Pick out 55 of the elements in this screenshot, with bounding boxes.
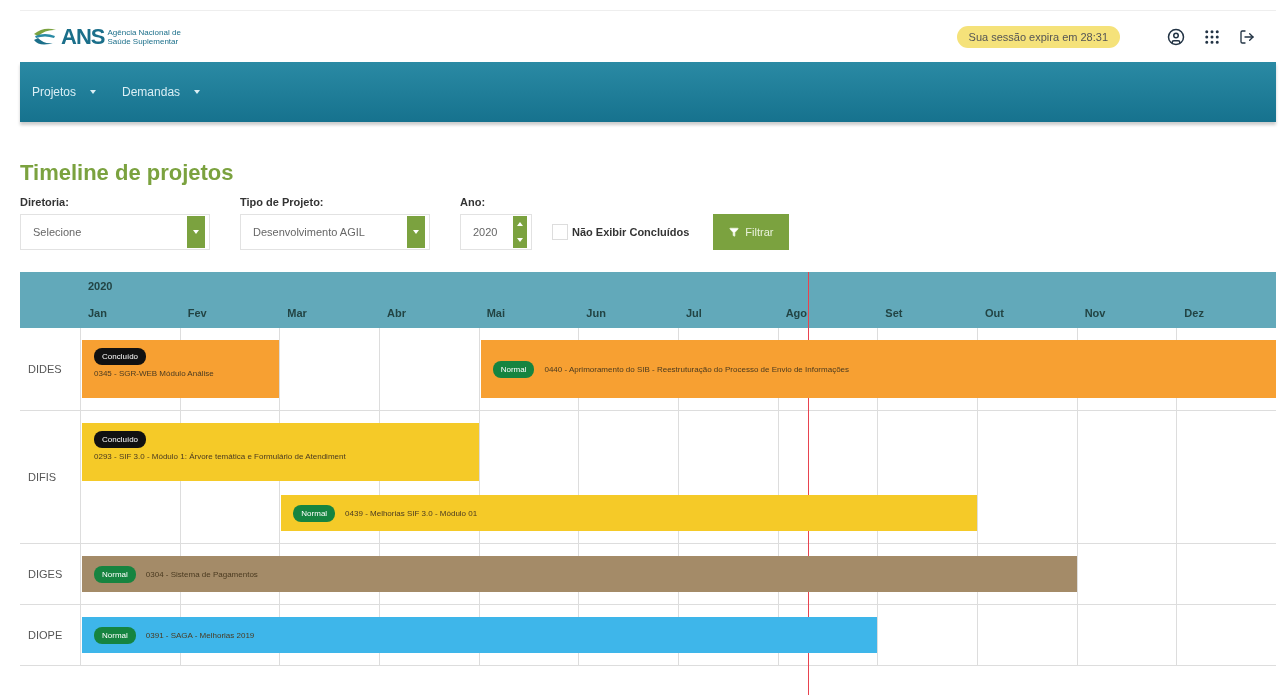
status-badge: Concluído [94, 431, 147, 448]
row-label: DIGES [27, 568, 64, 580]
project-bar[interactable]: Normal 0391 - SAGA - Melhorias 2019 [82, 617, 878, 653]
select-field[interactable]: Selecione [20, 214, 210, 250]
caret-icon [194, 90, 201, 94]
status-badge: Normal [94, 626, 136, 644]
month-label: Mai [485, 306, 506, 321]
logo-text: Saúde Suplementar [107, 36, 180, 46]
project-title: 0304 - Sistema de Pagamentos [145, 569, 258, 579]
month-label: Dez [1183, 306, 1205, 321]
month-label: Mar [286, 306, 308, 321]
project-bar[interactable]: Normal 0304 - Sistema de Pagamentos [82, 556, 1077, 592]
month-label: Set [884, 306, 904, 321]
project-bar[interactable]: Concluído 0293 - SIF 3.0 - Módulo 1: Árvore temática e Formulário de Atendiment [82, 423, 479, 481]
project-title: 0293 - SIF 3.0 - Módulo 1: Árvore temática e Formulário de Atendiment [94, 452, 346, 461]
filter-icon [729, 227, 740, 237]
nav-menu-item[interactable]: Demandas [120, 85, 215, 99]
row-label: DIDES [27, 363, 63, 375]
number-field[interactable]: 2020 [460, 214, 532, 250]
status-badge: Normal [293, 504, 336, 522]
caret-icon [90, 90, 97, 94]
month-label: Ago [784, 306, 809, 321]
project-bar[interactable]: Normal 0439 - Melhorias SIF 3.0 - Módulo 01 [281, 495, 977, 531]
status-badge: Normal [94, 565, 136, 583]
field-label: Tipo de Projeto: [240, 196, 325, 208]
nav-menu-item[interactable]: Projetos [30, 85, 111, 99]
month-label: Nov [1083, 306, 1107, 321]
row-label: DIFIS [27, 471, 58, 483]
month-label: Out [984, 306, 1005, 321]
month-label: Jun [585, 306, 607, 321]
status-badge: Normal [492, 360, 535, 378]
project-bar[interactable]: Concluído 0345 - SGR-WEB Módulo Análise [82, 340, 280, 398]
project-title: 0439 - Melhorias SIF 3.0 - Módulo 01 [345, 508, 478, 518]
logo-mark: ANS [61, 23, 105, 50]
session-timer: Sua sessão expira em 28:31 [956, 25, 1120, 48]
page-title: Timeline de projetos [20, 160, 235, 186]
month-label: Fev [186, 306, 208, 321]
status-badge: Concluído [94, 348, 147, 365]
year-label: 2020 [87, 279, 114, 294]
project-title: 0440 - Aprimoramento do SIB - Reestruturação do Processo de Envio de Informações [544, 364, 850, 374]
user-icon[interactable] [1167, 27, 1185, 46]
month-label: Abr [386, 306, 407, 321]
month-label: Jan [87, 306, 108, 321]
project-title: 0391 - SAGA - Melhorias 2019 [145, 630, 255, 640]
row-label: DIOPE [27, 629, 64, 641]
apps-grid-icon[interactable] [1203, 27, 1221, 46]
project-title: 0345 - SGR-WEB Módulo Análise [94, 369, 214, 378]
logout-icon[interactable] [1239, 28, 1255, 45]
project-bar[interactable]: Normal 0440 - Aprimoramento do SIB - Reestruturação do Processo de Envio de Informações [480, 340, 1276, 398]
field-label: Diretoria: [20, 196, 70, 208]
month-label: Jul [685, 306, 703, 321]
field-label: Ano: [460, 196, 487, 208]
hide-completed-checkbox[interactable]: Não Exibir Concluídos [552, 214, 690, 250]
logo-text: Agência Nacional de [107, 27, 181, 37]
select-field[interactable]: Desenvolvimento AGIL [240, 214, 430, 250]
